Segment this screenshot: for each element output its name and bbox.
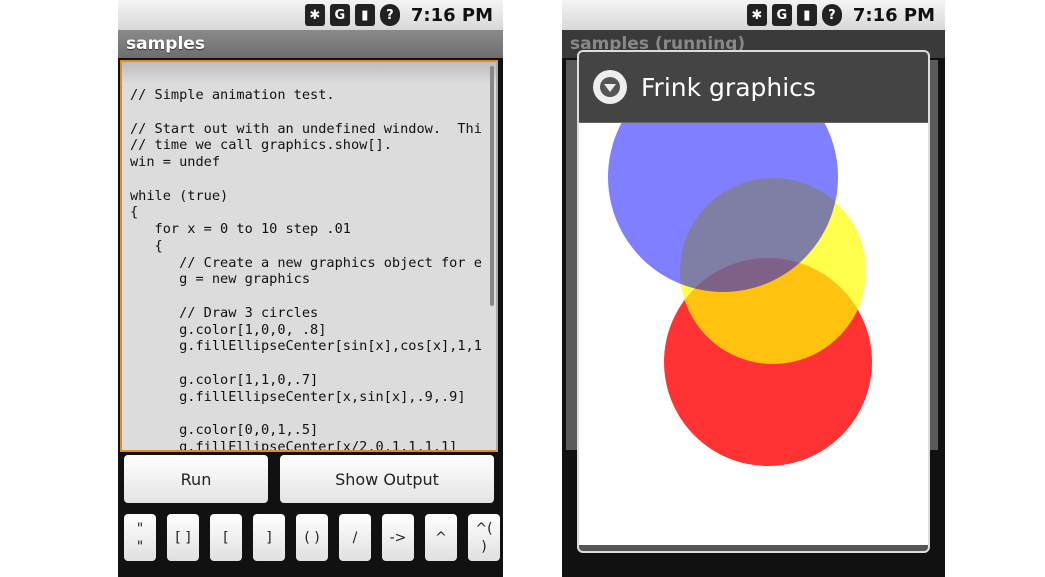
no-sim-icon: ? bbox=[821, 4, 842, 26]
key-open-bracket[interactable]: [ bbox=[210, 514, 242, 561]
gprs-data-icon: G bbox=[771, 4, 792, 26]
key-quotes[interactable]: " " bbox=[124, 514, 156, 561]
status-bar: ✱ G ▮ ? 7:16 PM bbox=[562, 0, 945, 30]
dialog-title: Frink graphics bbox=[641, 72, 816, 102]
clock: 7:16 PM bbox=[410, 4, 493, 26]
app-title: samples bbox=[118, 30, 503, 58]
clock: 7:16 PM bbox=[852, 4, 935, 26]
key-brackets[interactable]: [ ] bbox=[167, 514, 199, 561]
key-arrow[interactable]: -> bbox=[382, 514, 414, 561]
key-caret[interactable]: ^ bbox=[425, 514, 457, 561]
dialog-footer bbox=[579, 545, 928, 551]
signal-icon: ▮ bbox=[354, 4, 375, 26]
code-text[interactable]: // Simple animation test. // Start out w… bbox=[122, 62, 496, 450]
key-parens[interactable]: ( ) bbox=[296, 514, 328, 561]
code-editor[interactable]: // Simple animation test. // Start out w… bbox=[120, 60, 498, 452]
phone-editor-screen: ✱ G ▮ ? 7:16 PM samples // Simple animat… bbox=[118, 0, 503, 577]
key-slash[interactable]: / bbox=[339, 514, 371, 561]
no-sim-icon: ? bbox=[379, 4, 400, 26]
graphics-dialog: Frink graphics bbox=[577, 50, 930, 553]
dialog-header: Frink graphics bbox=[579, 52, 928, 123]
graphics-canvas bbox=[608, 123, 872, 466]
signal-icon: ▮ bbox=[796, 4, 817, 26]
run-button[interactable]: Run bbox=[124, 455, 268, 503]
gprs-data-icon: G bbox=[329, 4, 350, 26]
phone-graphics-screen: ✱ G ▮ ? 7:16 PM samples (running) Frink … bbox=[562, 0, 945, 577]
key-close-bracket[interactable]: ] bbox=[253, 514, 285, 561]
scrollbar[interactable] bbox=[490, 66, 494, 306]
key-caret-paren[interactable]: ^( ) bbox=[468, 514, 500, 561]
show-output-button[interactable]: Show Output bbox=[280, 455, 494, 503]
status-bar: ✱ G ▮ ? 7:16 PM bbox=[118, 0, 503, 30]
dropdown-circle-icon[interactable] bbox=[593, 70, 627, 104]
bluetooth-icon: ✱ bbox=[746, 4, 767, 26]
bluetooth-icon: ✱ bbox=[304, 4, 325, 26]
